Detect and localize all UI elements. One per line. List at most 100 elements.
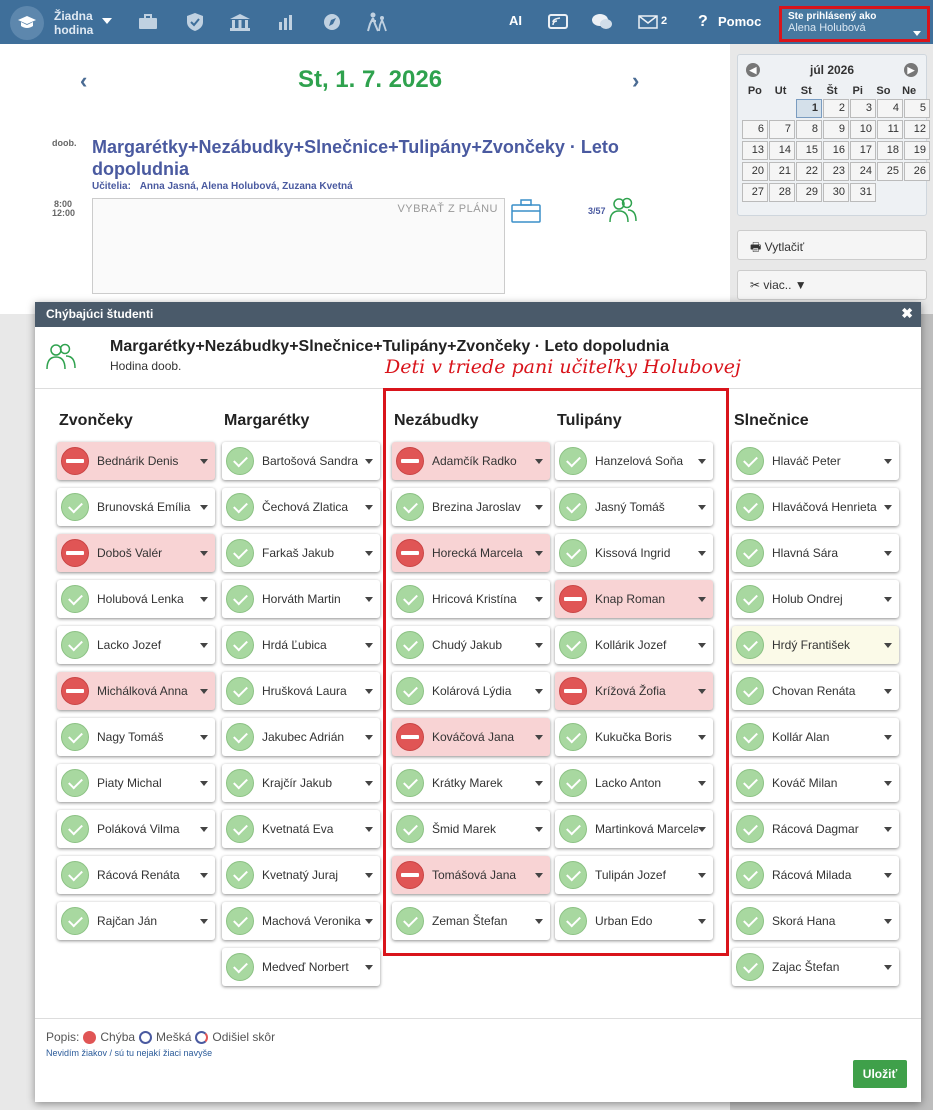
- calendar-day[interactable]: 25: [877, 162, 903, 181]
- calendar-day[interactable]: 20: [742, 162, 768, 181]
- present-check-icon[interactable]: [396, 493, 424, 521]
- next-day-arrow-icon[interactable]: ›: [632, 68, 639, 94]
- student-attendance-button[interactable]: Chudý Jakub: [392, 626, 550, 664]
- chevron-down-icon[interactable]: [365, 918, 373, 924]
- student-attendance-button[interactable]: Jasný Tomáš: [555, 488, 713, 526]
- print-button[interactable]: 🖶 Vytlačiť: [737, 230, 927, 260]
- chevron-down-icon[interactable]: [698, 642, 706, 648]
- present-check-icon[interactable]: [559, 493, 587, 521]
- present-check-icon[interactable]: [736, 723, 764, 751]
- chevron-down-icon[interactable]: [698, 596, 706, 602]
- calendar-day[interactable]: 26: [904, 162, 930, 181]
- chevron-down-icon[interactable]: [200, 826, 208, 832]
- chevron-down-icon[interactable]: [884, 780, 892, 786]
- chevron-down-icon[interactable]: [698, 458, 706, 464]
- present-check-icon[interactable]: [61, 861, 89, 889]
- calendar-day[interactable]: 1: [796, 99, 822, 118]
- present-check-icon[interactable]: [61, 493, 89, 521]
- student-attendance-button[interactable]: Jakubec Adrián: [222, 718, 380, 756]
- chevron-down-icon[interactable]: [200, 780, 208, 786]
- student-attendance-button[interactable]: Lacko Anton: [555, 764, 713, 802]
- student-attendance-button[interactable]: Krížová Žofia: [555, 672, 713, 710]
- people-walking-icon[interactable]: [365, 11, 389, 33]
- present-check-icon[interactable]: [736, 447, 764, 475]
- chevron-down-icon[interactable]: [365, 458, 373, 464]
- logged-user-menu[interactable]: Ste prihlásený ako Alena Holubová: [779, 6, 930, 42]
- chevron-down-icon[interactable]: [365, 504, 373, 510]
- student-attendance-button[interactable]: Kvetnatá Eva: [222, 810, 380, 848]
- chevron-down-icon[interactable]: [698, 780, 706, 786]
- compass-icon[interactable]: [320, 11, 344, 33]
- absent-icon[interactable]: [396, 861, 424, 889]
- chevron-down-icon[interactable]: [365, 688, 373, 694]
- present-check-icon[interactable]: [396, 815, 424, 843]
- chevron-down-icon[interactable]: [535, 780, 543, 786]
- chevron-down-icon[interactable]: [884, 550, 892, 556]
- student-attendance-button[interactable]: Kováč Milan: [732, 764, 899, 802]
- calendar-day[interactable]: 18: [877, 141, 903, 160]
- chevron-down-icon[interactable]: [200, 918, 208, 924]
- student-attendance-button[interactable]: Urban Edo: [555, 902, 713, 940]
- lesson-dropdown-icon[interactable]: [102, 17, 112, 25]
- chevron-down-icon[interactable]: [535, 550, 543, 556]
- chevron-down-icon[interactable]: [365, 964, 373, 970]
- calendar-day[interactable]: 16: [823, 141, 849, 160]
- chevron-down-icon[interactable]: [200, 688, 208, 694]
- present-check-icon[interactable]: [226, 493, 254, 521]
- present-check-icon[interactable]: [559, 907, 587, 935]
- chevron-down-icon[interactable]: [884, 734, 892, 740]
- chevron-down-icon[interactable]: [884, 688, 892, 694]
- chat-bubbles-icon[interactable]: [590, 11, 614, 33]
- chevron-down-icon[interactable]: [698, 504, 706, 510]
- student-attendance-button[interactable]: Krajčír Jakub: [222, 764, 380, 802]
- present-check-icon[interactable]: [61, 723, 89, 751]
- student-attendance-button[interactable]: Bartošová Sandra: [222, 442, 380, 480]
- student-attendance-button[interactable]: Lacko Jozef: [57, 626, 215, 664]
- student-attendance-button[interactable]: Hrdá Ľubica: [222, 626, 380, 664]
- chevron-down-icon[interactable]: [884, 504, 892, 510]
- student-attendance-button[interactable]: Horváth Martin: [222, 580, 380, 618]
- chevron-down-icon[interactable]: [535, 596, 543, 602]
- chevron-down-icon[interactable]: [535, 642, 543, 648]
- present-check-icon[interactable]: [736, 631, 764, 659]
- present-check-icon[interactable]: [736, 861, 764, 889]
- chevron-down-icon[interactable]: [884, 642, 892, 648]
- present-check-icon[interactable]: [61, 631, 89, 659]
- calendar-day[interactable]: 29: [796, 183, 822, 202]
- student-attendance-button[interactable]: Hlaváč Peter: [732, 442, 899, 480]
- chevron-down-icon[interactable]: [200, 872, 208, 878]
- close-icon[interactable]: ✖: [901, 305, 913, 322]
- present-check-icon[interactable]: [226, 585, 254, 613]
- calendar-next-icon[interactable]: ▶: [904, 63, 918, 77]
- student-attendance-button[interactable]: Rácová Milada: [732, 856, 899, 894]
- present-check-icon[interactable]: [736, 953, 764, 981]
- briefcase-plan-icon[interactable]: [511, 198, 541, 227]
- present-check-icon[interactable]: [736, 539, 764, 567]
- chevron-down-icon[interactable]: [365, 734, 373, 740]
- chevron-down-icon[interactable]: [535, 688, 543, 694]
- student-attendance-button[interactable]: Kollár Alan: [732, 718, 899, 756]
- student-attendance-button[interactable]: Kolárová Lýdia: [392, 672, 550, 710]
- present-check-icon[interactable]: [559, 861, 587, 889]
- present-check-icon[interactable]: [61, 907, 89, 935]
- chevron-down-icon[interactable]: [535, 872, 543, 878]
- calendar-day[interactable]: 23: [823, 162, 849, 181]
- more-button[interactable]: ✂ viac.. ▼: [737, 270, 927, 300]
- calendar-day[interactable]: 6: [742, 120, 768, 139]
- student-attendance-button[interactable]: Rácová Dagmar: [732, 810, 899, 848]
- chevron-down-icon[interactable]: [200, 734, 208, 740]
- shield-check-icon[interactable]: [183, 11, 207, 33]
- student-attendance-button[interactable]: Kukučka Boris: [555, 718, 713, 756]
- chevron-down-icon[interactable]: [365, 780, 373, 786]
- present-check-icon[interactable]: [559, 723, 587, 751]
- chevron-down-icon[interactable]: [365, 872, 373, 878]
- present-check-icon[interactable]: [396, 677, 424, 705]
- student-attendance-button[interactable]: Machová Veronika: [222, 902, 380, 940]
- calendar-day[interactable]: 2: [823, 99, 849, 118]
- help-link[interactable]: Pomoc: [718, 14, 761, 29]
- chevron-down-icon[interactable]: [884, 596, 892, 602]
- absent-icon[interactable]: [61, 539, 89, 567]
- chevron-down-icon[interactable]: [200, 596, 208, 602]
- calendar-day[interactable]: 22: [796, 162, 822, 181]
- student-attendance-button[interactable]: Skorá Hana: [732, 902, 899, 940]
